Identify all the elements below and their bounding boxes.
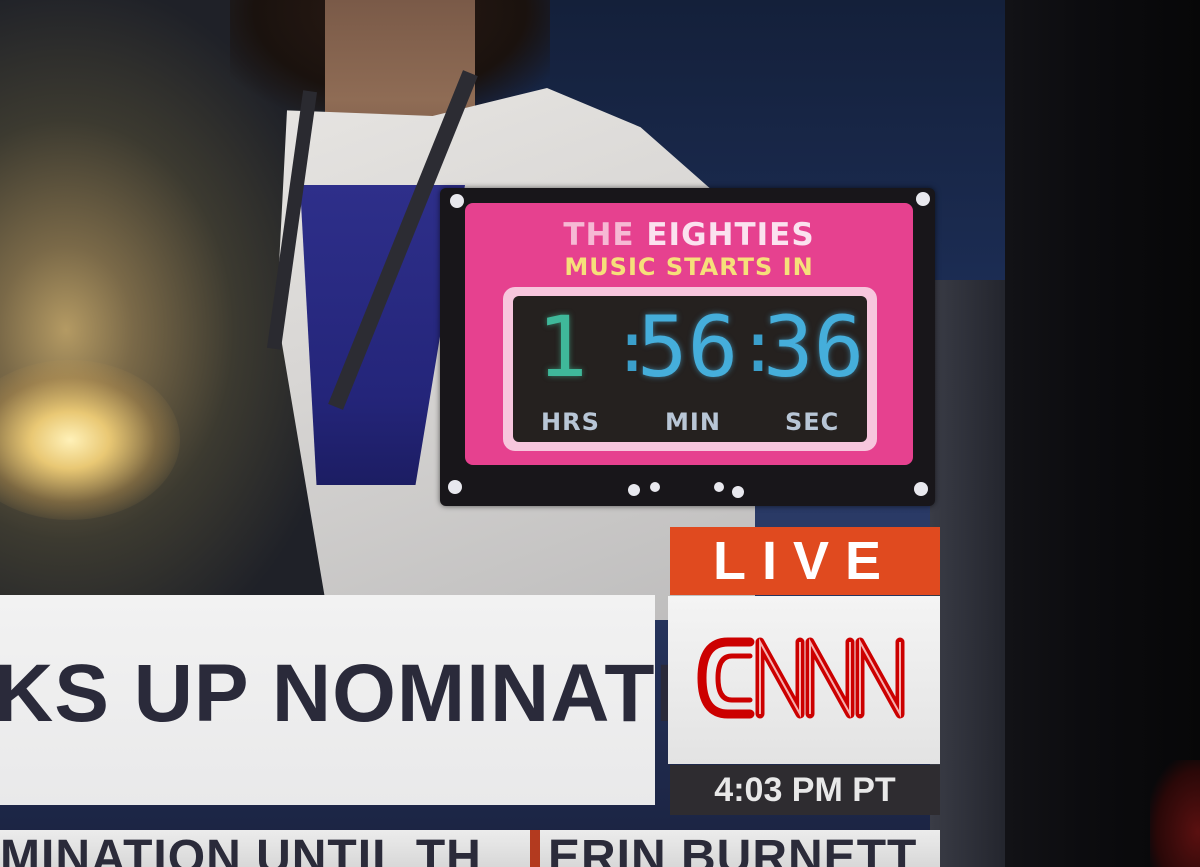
bolt-icon	[916, 192, 930, 206]
countdown-clock: THE EIGHTIES MUSIC STARTS IN 1 : 56 : 36…	[465, 203, 913, 465]
bolt-icon	[448, 480, 462, 494]
minutes-label: MIN	[665, 408, 721, 436]
countdown-title: THE EIGHTIES	[465, 217, 913, 253]
bolt-icon	[628, 484, 640, 496]
bolt-icon	[714, 482, 724, 492]
live-badge: LIVE	[670, 527, 940, 595]
bolt-icon	[732, 486, 744, 498]
bezel-reflection	[1150, 760, 1200, 867]
countdown-title-the: THE	[563, 217, 647, 253]
tv-bezel	[1005, 0, 1200, 867]
tv-photo: THE EIGHTIES MUSIC STARTS IN 1 : 56 : 36…	[0, 0, 1200, 867]
ticker-text-right: ERIN BURNETT	[548, 831, 918, 867]
hours-label: HRS	[541, 408, 600, 436]
countdown-subtitle: MUSIC STARTS IN	[564, 253, 814, 281]
countdown-display: 1 : 56 : 36 HRS MIN SEC	[513, 296, 867, 442]
bolt-icon	[450, 194, 464, 208]
cnn-logo-icon	[697, 637, 905, 719]
ticker-bar: MINATION UNTIL TH ERIN BURNETT	[0, 830, 940, 867]
bolt-icon	[914, 482, 928, 496]
network-logo-box	[668, 596, 940, 764]
countdown-hours: 1	[537, 298, 588, 396]
ticker-divider	[530, 830, 540, 867]
live-label: LIVE	[712, 531, 898, 591]
time-badge: 4:03 PM PT	[670, 765, 940, 815]
countdown-seconds: 36	[763, 298, 865, 396]
bolt-icon	[650, 482, 660, 492]
headline-banner: KS UP NOMINATION	[0, 595, 803, 805]
seconds-label: SEC	[785, 408, 840, 436]
background-figure	[930, 280, 1010, 867]
countdown-title-eighties: EIGHTIES	[646, 217, 815, 253]
countdown-display-border: 1 : 56 : 36 HRS MIN SEC	[503, 287, 877, 451]
countdown-minutes: 56	[637, 298, 739, 396]
ticker-text-left: MINATION UNTIL TH	[0, 831, 482, 867]
time-label: 4:03 PM PT	[714, 771, 896, 809]
